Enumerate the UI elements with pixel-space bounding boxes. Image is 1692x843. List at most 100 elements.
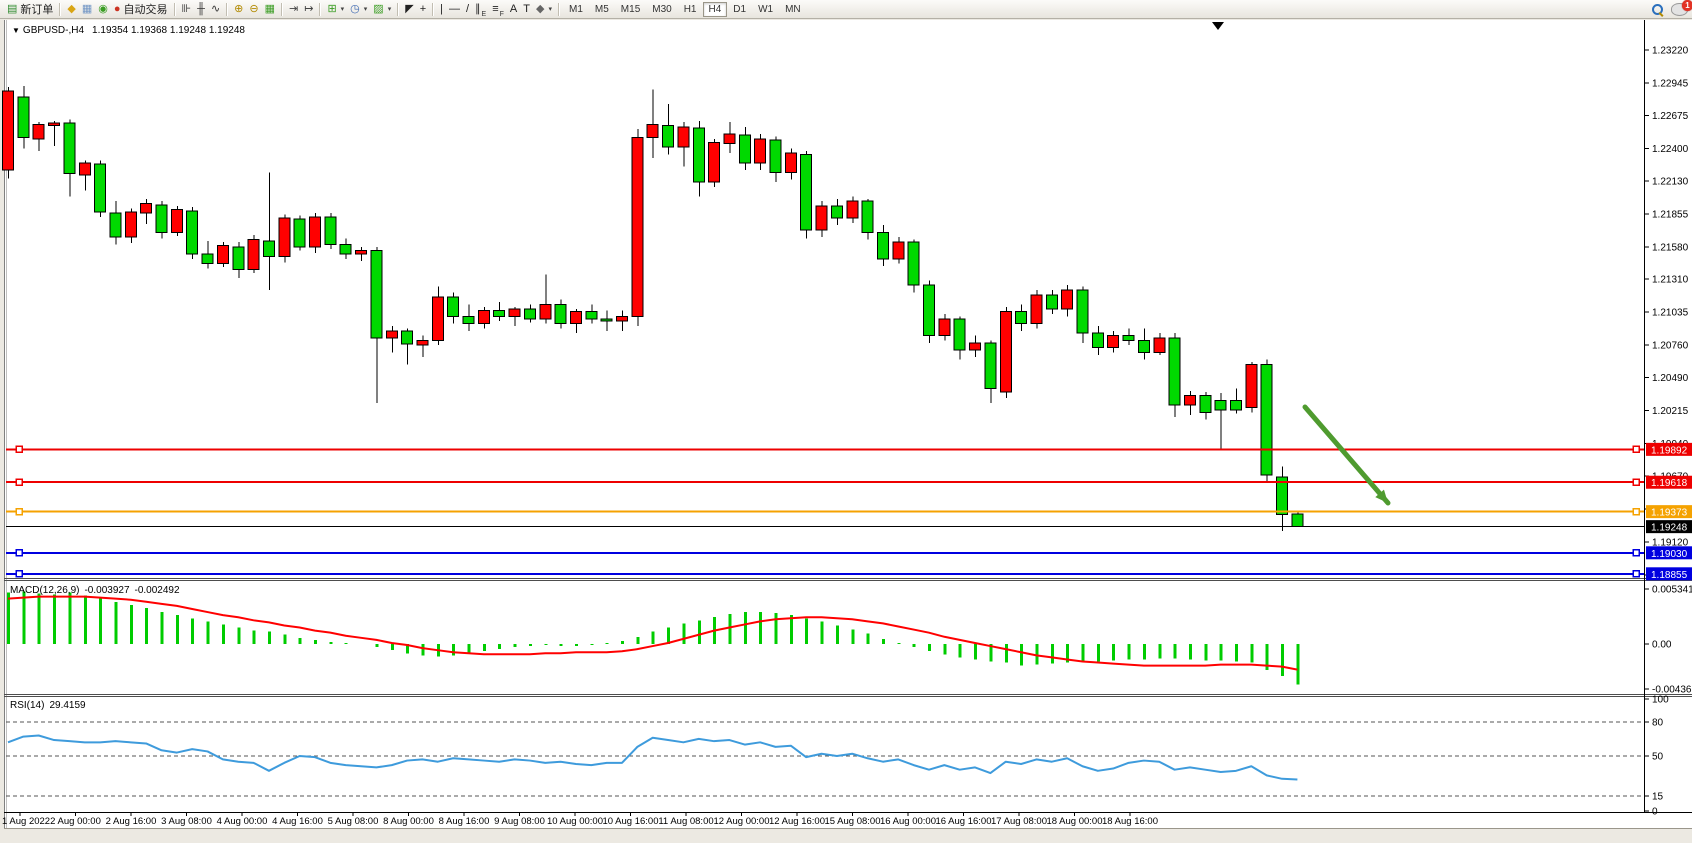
cursor-icon: ◤ xyxy=(405,1,413,18)
price-label-1.19892: 1.19892 xyxy=(1646,443,1692,457)
text-button[interactable]: A xyxy=(507,1,520,18)
autotrading-button[interactable]: ●自动交易 xyxy=(111,1,171,18)
text-label-icon: T xyxy=(523,1,530,18)
horizontal-line-button[interactable]: — xyxy=(446,1,463,18)
zoom-in-icon: ⊕ xyxy=(234,1,243,18)
svg-text:1.20490: 1.20490 xyxy=(1652,373,1689,384)
timeframe-m30-button[interactable]: M30 xyxy=(646,2,677,17)
vertical-line-icon: | xyxy=(440,1,443,18)
candlestick-chart-button[interactable]: ╫ xyxy=(194,1,208,18)
vertical-line-button[interactable]: | xyxy=(437,1,446,18)
new-order-button[interactable]: ▤新订单 xyxy=(4,1,56,18)
equidistant-channel-icon: ∥ xyxy=(475,1,481,18)
market-watch-button[interactable]: ◆ xyxy=(64,1,78,18)
svg-text:4 Aug 16:00: 4 Aug 16:00 xyxy=(272,816,323,827)
new-order-icon: ▤ xyxy=(7,1,17,18)
fibonacci-button[interactable]: ≡F xyxy=(489,1,507,18)
svg-text:11 Aug 08:00: 11 Aug 08:00 xyxy=(658,816,713,827)
text-label-button[interactable]: T xyxy=(520,1,533,18)
timeframe-d1-button[interactable]: D1 xyxy=(727,2,752,17)
svg-text:50: 50 xyxy=(1652,752,1664,763)
svg-text:18 Aug 00:00: 18 Aug 00:00 xyxy=(1047,816,1103,827)
chart-shift-icon: ↦ xyxy=(304,1,313,18)
svg-text:1.22130: 1.22130 xyxy=(1652,176,1689,187)
toolbar-separator xyxy=(174,3,176,16)
equidistant-channel-button[interactable]: ∥E xyxy=(472,1,489,18)
chart-shift-button[interactable]: ↦ xyxy=(301,1,316,18)
svg-text:15 Aug 08:00: 15 Aug 08:00 xyxy=(825,816,881,827)
timeframe-w1-button[interactable]: W1 xyxy=(752,2,779,17)
toolbar-separator xyxy=(558,3,560,16)
text-icon: A xyxy=(510,1,517,18)
cursor-button[interactable]: ◤ xyxy=(402,1,416,18)
svg-text:16 Aug 00:00: 16 Aug 00:00 xyxy=(880,816,936,827)
svg-text:1.19892: 1.19892 xyxy=(1651,445,1688,456)
signals-button[interactable]: ◉ xyxy=(95,1,111,18)
svg-text:12 Aug 16:00: 12 Aug 16:00 xyxy=(769,816,825,827)
svg-text:1 Aug 2022: 1 Aug 2022 xyxy=(2,816,50,827)
auto-scroll-button[interactable]: ⇥ xyxy=(286,1,301,18)
chat-icon[interactable]: 1 xyxy=(1671,3,1688,16)
line-chart-icon: ∿ xyxy=(211,1,220,18)
periods-icon: ◷ xyxy=(350,1,360,18)
svg-text:15: 15 xyxy=(1652,791,1664,802)
svg-text:10 Aug 16:00: 10 Aug 16:00 xyxy=(603,816,659,827)
horizontal-line-icon: — xyxy=(449,1,460,18)
toolbar-separator xyxy=(319,3,321,16)
indicators-button[interactable]: ⊞▾ xyxy=(324,1,347,18)
bar-chart-button[interactable]: ⊪ xyxy=(179,1,195,18)
svg-text:1.22400: 1.22400 xyxy=(1652,144,1689,155)
svg-text:0.005341: 0.005341 xyxy=(1652,584,1692,595)
svg-text:10 Aug 00:00: 10 Aug 00:00 xyxy=(547,816,603,827)
market-watch-icon: ◆ xyxy=(67,1,75,18)
svg-text:3 Aug 08:00: 3 Aug 08:00 xyxy=(161,816,212,827)
price-label-1.19618: 1.19618 xyxy=(1646,476,1692,490)
bar-chart-icon: ⊪ xyxy=(182,1,192,18)
trendline-button[interactable]: / xyxy=(463,1,472,18)
new-order-button-label: 新订单 xyxy=(20,1,53,17)
arrows-button[interactable]: ◆▾ xyxy=(533,1,555,18)
timeframe-h4-button[interactable]: H4 xyxy=(703,2,728,17)
navigator-button[interactable]: ▦ xyxy=(79,1,95,18)
toolbar-separator xyxy=(397,3,399,16)
toolbar-separator xyxy=(432,3,434,16)
svg-text:1.21855: 1.21855 xyxy=(1652,209,1689,220)
zoom-out-icon: ⊖ xyxy=(249,1,258,18)
svg-text:1.21310: 1.21310 xyxy=(1652,275,1689,286)
tile-windows-button[interactable]: ▦ xyxy=(262,1,278,18)
svg-text:1.21580: 1.21580 xyxy=(1652,242,1689,253)
crosshair-icon: + xyxy=(420,1,426,18)
svg-text:9 Aug 08:00: 9 Aug 08:00 xyxy=(494,816,545,827)
timeframe-m5-button[interactable]: M5 xyxy=(589,2,615,17)
svg-text:18 Aug 16:00: 18 Aug 16:00 xyxy=(1102,816,1158,827)
timeframe-mn-button[interactable]: MN xyxy=(779,2,807,17)
autotrading-button-label: 自动交易 xyxy=(124,1,168,17)
arrows-icon: ◆ xyxy=(536,1,544,18)
svg-text:2 Aug 16:00: 2 Aug 16:00 xyxy=(106,816,157,827)
svg-text:100: 100 xyxy=(1652,695,1669,706)
toolbar-separator xyxy=(59,3,61,16)
svg-text:1.19618: 1.19618 xyxy=(1651,478,1688,489)
search-icon[interactable] xyxy=(1652,4,1663,15)
toolbar-separator xyxy=(226,3,228,16)
zoom-in-button[interactable]: ⊕ xyxy=(231,1,246,18)
chart-canvas[interactable]: 1.232201.229451.226751.224001.221301.218… xyxy=(0,0,1692,843)
timeframe-m1-button[interactable]: M1 xyxy=(563,2,589,17)
timeframe-h1-button[interactable]: H1 xyxy=(678,2,703,17)
timeframe-m15-button[interactable]: M15 xyxy=(615,2,646,17)
svg-text:1.20760: 1.20760 xyxy=(1652,341,1689,352)
periods-button[interactable]: ◷▾ xyxy=(347,1,370,18)
svg-text:8 Aug 00:00: 8 Aug 00:00 xyxy=(383,816,434,827)
svg-text:1.22945: 1.22945 xyxy=(1652,79,1689,90)
svg-text:1.23220: 1.23220 xyxy=(1652,46,1689,57)
templates-button[interactable]: ▨▾ xyxy=(370,1,394,18)
svg-text:1.21035: 1.21035 xyxy=(1652,308,1689,319)
crosshair-button[interactable]: + xyxy=(417,1,429,18)
zoom-out-button[interactable]: ⊖ xyxy=(246,1,261,18)
line-chart-button[interactable]: ∿ xyxy=(208,1,223,18)
autotrading-icon: ● xyxy=(114,1,121,18)
price-label-1.18855: 1.18855 xyxy=(1646,567,1692,581)
tile-windows-icon: ▦ xyxy=(265,1,275,18)
svg-text:1.19030: 1.19030 xyxy=(1651,549,1688,560)
auto-scroll-icon: ⇥ xyxy=(289,1,298,18)
